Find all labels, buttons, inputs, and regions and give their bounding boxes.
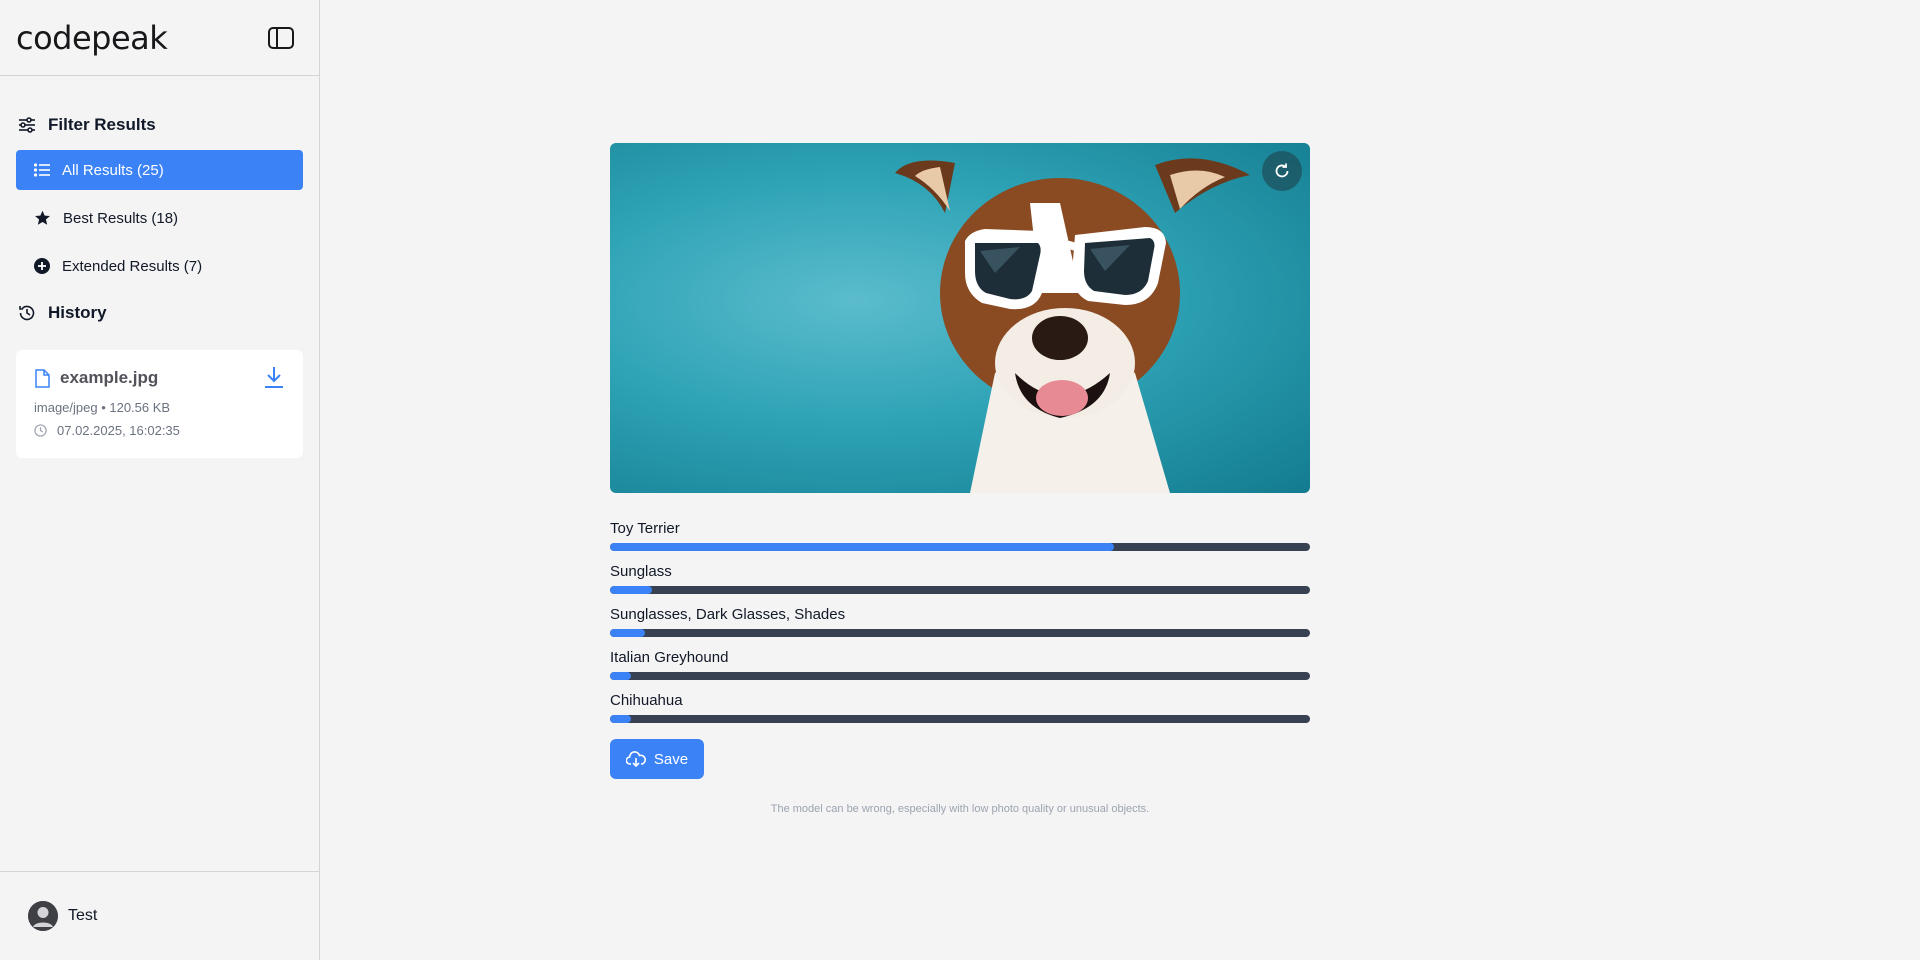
sidebar-toggle-button[interactable] bbox=[265, 22, 297, 54]
download-icon bbox=[265, 367, 283, 388]
result-item: Italian Greyhound bbox=[610, 648, 1310, 680]
plus-circle-icon bbox=[34, 258, 50, 274]
history-file-row: example.jpg bbox=[34, 368, 287, 388]
sidebar-item-best-results[interactable]: Best Results (18) bbox=[16, 198, 303, 238]
classification-results: Toy Terrier Sunglass Sunglasses, Dark Gl… bbox=[610, 519, 1310, 723]
confidence-bar-fill bbox=[610, 715, 631, 723]
refresh-icon bbox=[1275, 163, 1289, 178]
file-icon bbox=[35, 368, 50, 388]
history-item[interactable]: example.jpg image/jpeg • 120.56 KB 07.02… bbox=[16, 350, 303, 458]
sidebar: codepeak Filter Results All Results (25) bbox=[0, 0, 320, 960]
filter-results-label: Filter Results bbox=[48, 115, 156, 134]
sidebar-item-label: Extended Results (7) bbox=[62, 257, 203, 275]
history-heading: History bbox=[0, 300, 319, 326]
disclaimer-text: The model can be wrong, especially with … bbox=[770, 803, 1150, 815]
result-item: Sunglass bbox=[610, 562, 1310, 594]
result-label: Sunglasses, Dark Glasses, Shades bbox=[610, 606, 846, 623]
confidence-bar-fill bbox=[610, 543, 1114, 551]
confidence-bar bbox=[610, 629, 1310, 637]
history-timestamp: 07.02.2025, 16:02:35 bbox=[57, 423, 180, 438]
result-label: Chihuahua bbox=[610, 692, 683, 709]
save-button[interactable]: Save bbox=[610, 739, 704, 779]
sidebar-toggle-icon bbox=[268, 26, 294, 49]
filter-results-heading: Filter Results bbox=[0, 112, 319, 138]
sidebar-item-label: Best Results (18) bbox=[63, 209, 179, 227]
result-label: Italian Greyhound bbox=[610, 649, 729, 666]
save-button-label: Save bbox=[653, 750, 689, 768]
history-file-name: example.jpg bbox=[60, 368, 159, 387]
confidence-bar bbox=[610, 586, 1310, 594]
result-label: Toy Terrier bbox=[610, 520, 680, 537]
list-icon bbox=[34, 163, 50, 177]
history-file-time: 07.02.2025, 16:02:35 bbox=[34, 423, 287, 438]
confidence-bar bbox=[610, 672, 1310, 680]
main-content: Toy Terrier Sunglass Sunglasses, Dark Gl… bbox=[610, 143, 1310, 815]
download-button[interactable] bbox=[261, 364, 287, 390]
avatar bbox=[28, 901, 58, 931]
confidence-bar bbox=[610, 543, 1310, 551]
clock-icon bbox=[34, 424, 47, 437]
confidence-bar bbox=[610, 715, 1310, 723]
filter-nav: All Results (25) Best Results (18) Exten… bbox=[0, 150, 319, 286]
history-icon bbox=[19, 305, 35, 321]
confidence-bar-fill bbox=[610, 672, 631, 680]
sidebar-header: codepeak bbox=[0, 0, 319, 76]
user-icon bbox=[28, 901, 58, 931]
result-item: Toy Terrier bbox=[610, 519, 1310, 551]
sidebar-item-label: All Results (25) bbox=[62, 161, 164, 179]
uploaded-image bbox=[610, 143, 1310, 493]
user-profile[interactable]: Test bbox=[0, 871, 320, 960]
star-icon bbox=[35, 210, 50, 225]
result-item: Chihuahua bbox=[610, 691, 1310, 723]
brand-logo: codepeak bbox=[16, 18, 168, 57]
history-label: History bbox=[48, 303, 107, 322]
cloud-download-icon bbox=[625, 751, 646, 767]
result-item: Sunglasses, Dark Glasses, Shades bbox=[610, 605, 1310, 637]
user-name: Test bbox=[68, 907, 98, 924]
sidebar-item-all-results[interactable]: All Results (25) bbox=[16, 150, 303, 190]
confidence-bar-fill bbox=[610, 586, 652, 594]
history-file-meta: image/jpeg • 120.56 KB bbox=[34, 400, 171, 415]
dog-image bbox=[895, 158, 1250, 493]
refresh-button[interactable] bbox=[1262, 151, 1302, 191]
confidence-bar-fill bbox=[610, 629, 645, 637]
result-label: Sunglass bbox=[610, 563, 672, 580]
sliders-icon bbox=[19, 117, 35, 133]
sidebar-item-extended-results[interactable]: Extended Results (7) bbox=[16, 246, 303, 286]
